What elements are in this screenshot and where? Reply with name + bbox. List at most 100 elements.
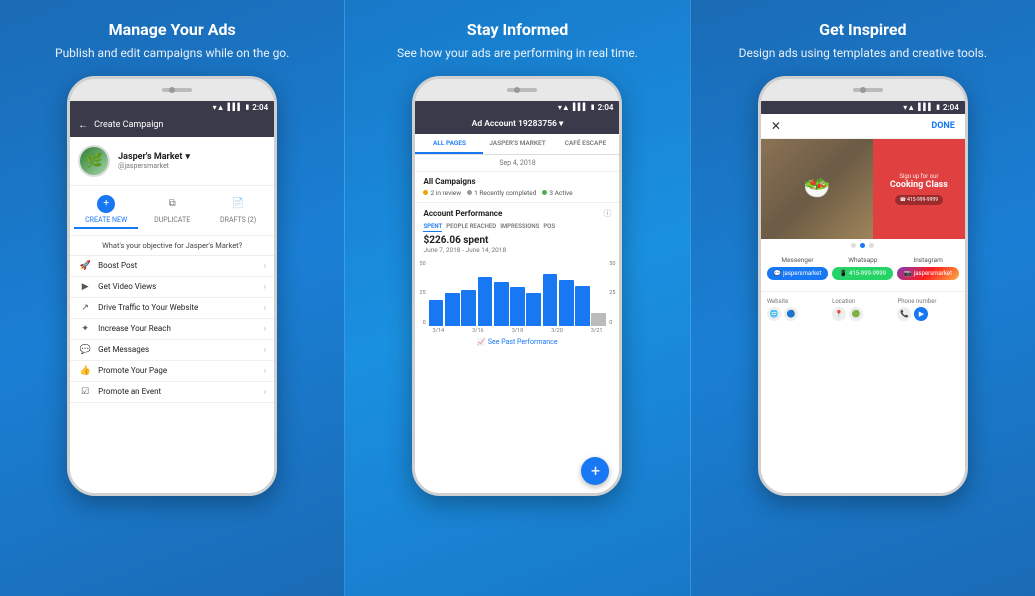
menu-item-traffic[interactable]: ↗ Drive Traffic to Your Website › [70, 298, 274, 319]
messages-icon: 💬 [78, 345, 92, 355]
perf-tab-spent[interactable]: SPENT [423, 222, 442, 232]
social-row-labels: Messenger 💬 jaspersmarket Whatsapp 📱 415… [767, 256, 959, 280]
menu-item-messages[interactable]: 💬 Get Messages › [70, 340, 274, 361]
phone-icon[interactable]: 📞 [897, 307, 911, 321]
field-row: Website 🌐 🔵 Location 📍 🟢 [767, 298, 959, 321]
reach-icon: ✦ [78, 324, 92, 334]
speaker-right [853, 88, 883, 92]
chevron-right-icon-5: › [264, 345, 266, 354]
food-emoji: 🥗 [803, 176, 830, 201]
camera-dot-middle [514, 87, 520, 93]
website-icon-2[interactable]: 🔵 [784, 307, 798, 321]
messenger-icon: 💬 [774, 270, 781, 277]
bar-10 [575, 286, 590, 326]
phone-label: Phone number [897, 298, 958, 305]
wifi-icon-r: ▾▲ [903, 103, 915, 112]
tab-jaspers-market[interactable]: JASPER'S MARKET [483, 134, 551, 154]
perf-tab-impressions[interactable]: IMPRESSIONS [500, 222, 539, 232]
signal-icon-r: ▌▌▌ [918, 103, 933, 111]
panel-right-title: Get Inspired [819, 20, 906, 39]
instagram-icon: 📷 [904, 270, 911, 277]
bar-5 [494, 282, 509, 326]
messenger-button[interactable]: 💬 jaspersmarket [767, 267, 828, 280]
ad-phone-number: ☎ 415-999-9999 [895, 195, 943, 205]
battery-icon-m: ▮ [591, 103, 595, 111]
menu-item-boost[interactable]: 🚀 Boost Post › [70, 256, 274, 277]
whatsapp-button[interactable]: 📱 415-999-9999 [832, 267, 893, 280]
see-past-button[interactable]: 📈 See Past Performance [415, 334, 619, 350]
campaign-info: All Campaigns 2 in review 1 Recently com… [415, 172, 619, 203]
duplicate-icon: ⧉ [163, 195, 181, 213]
action-buttons: + CREATE NEW ⧉ DUPLICATE 📄 DRAFTS (2) [70, 186, 274, 236]
drafts-label: DRAFTS (2) [220, 216, 256, 224]
chevron-right-icon-7: › [264, 387, 266, 396]
location-icon[interactable]: 📍 [832, 307, 846, 321]
drafts-button[interactable]: 📄 DRAFTS (2) [206, 192, 270, 229]
menu-item-promote-page[interactable]: 👍 Promote Your Page › [70, 361, 274, 382]
phone-field: Phone number 📞 ▶ [897, 298, 958, 321]
bar-8 [543, 274, 558, 326]
messenger-label: Messenger [767, 256, 828, 264]
location-icons: 📍 🟢 [832, 307, 893, 321]
panel-middle-title: Stay Informed [467, 20, 569, 39]
create-new-label: CREATE NEW [85, 216, 127, 224]
messages-label: Get Messages [98, 345, 258, 354]
objective-question: What's your objective for Jasper's Marke… [70, 236, 274, 256]
phone-right: ▾▲ ▌▌▌ ▮ 2:04 ✕ DONE 🥗 Sign up for our C… [758, 76, 968, 496]
chevron-right-icon-3: › [264, 303, 266, 312]
ad-image-cta: Sign up for our Cooking Class ☎ 415-999-… [873, 139, 965, 239]
boost-label: Boost Post [98, 261, 258, 270]
boost-icon: 🚀 [78, 261, 92, 271]
perf-tab-pos[interactable]: POS [543, 222, 555, 232]
perf-tab-reached[interactable]: PEOPLE REACHED [446, 222, 496, 232]
whatsapp-item: Whatsapp 📱 415-999-9999 [832, 256, 893, 280]
ad-account-title: Ad Account 19283756 ▾ [472, 119, 564, 129]
wifi-icon: ▾▲ [213, 103, 225, 112]
chevron-down-icon: ▾ [185, 152, 190, 162]
bar-4 [478, 277, 493, 326]
create-new-button[interactable]: + CREATE NEW [74, 192, 138, 229]
close-button[interactable]: ✕ [771, 119, 781, 133]
event-label: Promote an Event [98, 387, 258, 396]
profile-handle: @jaspersmarket [118, 162, 266, 170]
instagram-button[interactable]: 📷 jaspersmarket [897, 267, 958, 280]
location-label: Location [832, 298, 893, 305]
chevron-right-icon-2: › [264, 282, 266, 291]
menu-item-video[interactable]: ▶ Get Video Views › [70, 277, 274, 298]
panel-manage-ads: Manage Your Ads Publish and edit campaig… [0, 0, 344, 596]
website-icon[interactable]: 🌐 [767, 307, 781, 321]
campaign-stats: 2 in review 1 Recently completed 3 Activ… [423, 189, 611, 197]
status-time-middle: 2:04 [598, 103, 614, 112]
tab-all-pages[interactable]: ALL PAGES [415, 134, 483, 154]
account-perf-title: Account Performance [423, 209, 502, 218]
duplicate-label: DUPLICATE [154, 216, 190, 224]
done-button[interactable]: DONE [931, 121, 954, 131]
menu-item-event[interactable]: ☑ Promote an Event › [70, 382, 274, 403]
dot-1 [851, 243, 856, 248]
panel-stay-informed: Stay Informed See how your ads are perfo… [344, 0, 690, 596]
ad-preview: 🥗 Sign up for our Cooking Class ☎ 415-99… [761, 139, 965, 239]
campaign-title: All Campaigns [423, 177, 611, 186]
dot-2[interactable] [860, 243, 865, 248]
speaker-left [162, 88, 192, 92]
video-icon: ▶ [78, 282, 92, 292]
perf-tabs: SPENT PEOPLE REACHED IMPRESSIONS POS [423, 222, 611, 232]
website-field: Website 🌐 🔵 [767, 298, 828, 321]
chevron-right-icon: › [264, 261, 266, 270]
phone-screen-right: ✕ DONE 🥗 Sign up for our Cooking Class ☎… [761, 114, 965, 493]
create-campaign-title: Create Campaign [94, 120, 163, 130]
messenger-value: jaspersmarket [783, 270, 821, 277]
phone-screen-middle: Ad Account 19283756 ▾ ALL PAGES JASPER'S… [415, 114, 619, 493]
bar-7 [526, 293, 541, 326]
stat-active: 3 Active [542, 189, 572, 197]
tab-cafe-escape[interactable]: CAFÉ ESCAPE [551, 134, 619, 154]
menu-item-reach[interactable]: ✦ Increase Your Reach › [70, 319, 274, 340]
duplicate-button[interactable]: ⧉ DUPLICATE [140, 192, 204, 229]
phone-icon-2[interactable]: ▶ [914, 307, 928, 321]
back-icon[interactable]: ← [78, 120, 88, 131]
location-icon-2[interactable]: 🟢 [849, 307, 863, 321]
panel-middle-subtitle: See how your ads are performing in real … [397, 45, 638, 62]
phone-top-bar-left [70, 79, 274, 101]
cooking-class-text: Cooking Class [890, 180, 948, 191]
camera-dot-right [860, 87, 866, 93]
